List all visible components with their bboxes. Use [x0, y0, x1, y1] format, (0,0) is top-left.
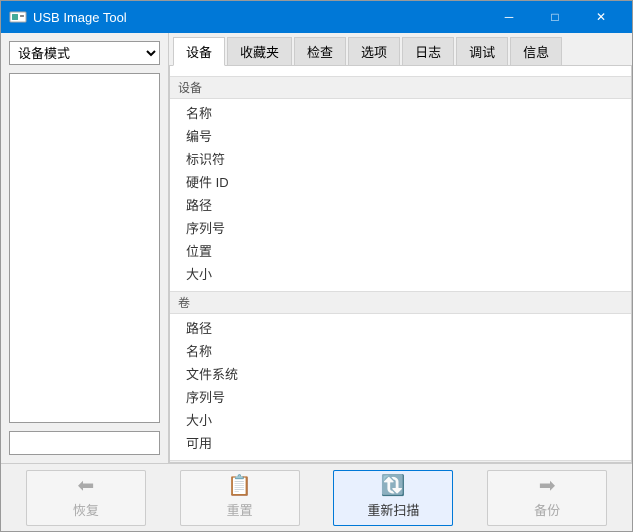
- tab-check[interactable]: 检查: [294, 37, 346, 65]
- section-volume-header: 卷: [170, 291, 631, 314]
- section-device-header: 设备: [170, 76, 631, 99]
- rescan-button[interactable]: 🔃 重新扫描: [333, 470, 453, 526]
- section-device: 设备 名称 编号 标识符 硬件 ID 路径 序列号 位置 大小: [170, 76, 631, 285]
- tab-log[interactable]: 日志: [402, 37, 454, 65]
- reset-icon: 📋: [227, 476, 252, 496]
- vol-size: 大小: [170, 408, 631, 431]
- main-content: 设备模式 卷模式 设备 收藏夹 检查 选项 日志 调试 信息 设备: [1, 33, 632, 463]
- vol-available: 可用: [170, 431, 631, 454]
- field-path: 路径: [170, 193, 631, 216]
- title-bar: USB Image Tool ─ □ ✕: [1, 1, 632, 33]
- tab-bar: 设备 收藏夹 检查 选项 日志 调试 信息: [169, 33, 632, 66]
- backup-icon: ➡: [539, 476, 556, 496]
- backup-label: 备份: [534, 500, 560, 519]
- section-volume: 卷 路径 名称 文件系统 序列号 大小 可用: [170, 291, 631, 454]
- app-icon: [9, 8, 27, 26]
- main-window: USB Image Tool ─ □ ✕ 设备模式 卷模式 设备 收藏夹 检查 …: [0, 0, 633, 532]
- field-size: 大小: [170, 262, 631, 285]
- tab-favorites[interactable]: 收藏夹: [227, 37, 292, 65]
- field-identifier: 标识符: [170, 147, 631, 170]
- minimize-button[interactable]: ─: [486, 1, 532, 33]
- bottom-input: [9, 431, 160, 455]
- tab-options[interactable]: 选项: [348, 37, 400, 65]
- device-list[interactable]: [9, 73, 160, 423]
- field-name: 名称: [170, 101, 631, 124]
- right-panel: 设备 收藏夹 检查 选项 日志 调试 信息 设备 名称 编号 标识符 硬件 ID…: [169, 33, 632, 463]
- tab-debug[interactable]: 调试: [456, 37, 508, 65]
- rescan-label: 重新扫描: [367, 500, 419, 519]
- mode-dropdown[interactable]: 设备模式 卷模式: [9, 41, 160, 65]
- tab-info[interactable]: 信息: [510, 37, 562, 65]
- field-hardware-id: 硬件 ID: [170, 170, 631, 193]
- bottom-bar: ⬅ 恢复 📋 重置 🔃 重新扫描 ➡ 备份: [1, 463, 632, 531]
- backup-button[interactable]: ➡ 备份: [487, 470, 607, 526]
- rescan-icon: 🔃: [381, 476, 406, 496]
- vol-name: 名称: [170, 339, 631, 362]
- reset-button[interactable]: 📋 重置: [180, 470, 300, 526]
- restore-icon: ⬅: [77, 476, 94, 496]
- vol-filesystem: 文件系统: [170, 362, 631, 385]
- vol-path: 路径: [170, 316, 631, 339]
- restore-button[interactable]: ⬅ 恢复: [26, 470, 146, 526]
- reset-label: 重置: [227, 500, 253, 519]
- window-title: USB Image Tool: [33, 10, 486, 25]
- left-panel: 设备模式 卷模式: [1, 33, 169, 463]
- field-serial: 序列号: [170, 216, 631, 239]
- window-controls: ─ □ ✕: [486, 1, 624, 33]
- maximize-button[interactable]: □: [532, 1, 578, 33]
- close-button[interactable]: ✕: [578, 1, 624, 33]
- vol-serial: 序列号: [170, 385, 631, 408]
- restore-label: 恢复: [73, 500, 99, 519]
- field-location: 位置: [170, 239, 631, 262]
- field-number: 编号: [170, 124, 631, 147]
- tab-content: 设备 名称 编号 标识符 硬件 ID 路径 序列号 位置 大小 卷 路径 名称 …: [169, 66, 632, 463]
- tab-device[interactable]: 设备: [173, 37, 225, 66]
